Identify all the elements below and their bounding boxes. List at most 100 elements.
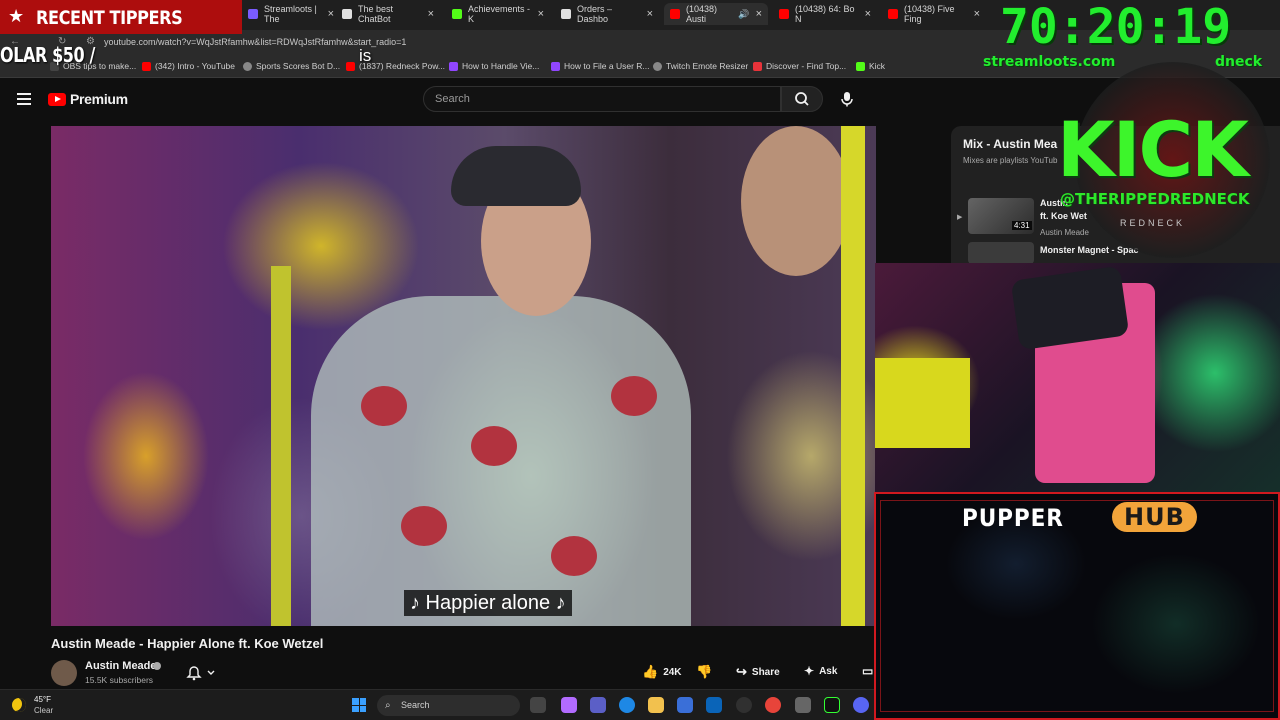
browser-tab[interactable]: Achievements - K × <box>446 3 550 25</box>
tab-label: Streamloots | The <box>264 4 317 24</box>
moon-icon[interactable] <box>12 698 26 712</box>
bookmark-favicon-icon <box>142 61 151 71</box>
browser-tab[interactable]: Streamloots | The × <box>242 3 340 25</box>
app-icon[interactable] <box>795 697 811 713</box>
close-icon[interactable]: × <box>428 8 434 20</box>
dislike-button[interactable]: 👎 <box>696 664 712 680</box>
save-button[interactable]: ▭ <box>862 664 873 678</box>
now-playing-icon: ▶ <box>957 214 963 221</box>
close-icon[interactable]: × <box>974 8 980 20</box>
tab-favicon-icon <box>888 9 898 19</box>
windows-start-icon[interactable] <box>352 698 366 712</box>
tab-label: (10438) 64: Bo N <box>795 4 855 24</box>
browser-tab[interactable]: (10438) 64: Bo N × <box>773 3 877 25</box>
browser-tab[interactable]: Orders – Dashbo × <box>555 3 659 25</box>
video-scene <box>361 386 407 426</box>
mix-subtitle: Mixes are playlists YouTub <box>963 156 1058 165</box>
menu-icon[interactable] <box>17 93 31 105</box>
bookmark-favicon-icon <box>346 61 355 71</box>
video-scene <box>471 426 517 466</box>
overlay-stray-text: is <box>359 46 372 65</box>
verified-icon <box>153 662 161 670</box>
thumbs-up-icon: 👍 <box>642 664 659 679</box>
teams-icon[interactable] <box>590 697 606 713</box>
mix-title: Mix - Austin Mea <box>963 137 1058 151</box>
ask-button[interactable]: ✦ Ask <box>804 664 837 678</box>
bookmark-item[interactable]: How to Handle Vie... <box>449 61 539 71</box>
video-caption: ♪ Happier alone ♪ <box>404 590 572 616</box>
browser-tab[interactable]: The best ChatBot × <box>336 3 440 25</box>
streamloots-url: streamloots.com <box>983 54 1116 70</box>
bookmark-label: Discover - Find Top... <box>766 61 847 71</box>
bookmark-favicon-icon <box>856 61 865 71</box>
app-icon[interactable] <box>824 697 840 713</box>
bookmark-favicon-icon <box>551 61 560 71</box>
tab-favicon-icon <box>670 9 680 19</box>
bookmark-item[interactable]: How to File a User R... <box>551 61 650 71</box>
playlist-item-thumbnail[interactable] <box>968 242 1034 264</box>
streamloots-url-suffix: dneck <box>1215 54 1263 70</box>
task-view-icon[interactable] <box>530 697 546 713</box>
tab-favicon-icon <box>779 9 789 19</box>
search-input[interactable]: Search <box>423 86 781 112</box>
playlist-item-title[interactable]: ft. Koe Wet <box>1040 211 1087 221</box>
bookmark-item[interactable]: Twitch Emote Resizer <box>653 61 748 71</box>
taskbar-search-label: Search <box>401 700 430 710</box>
kick-logo-text: KICK <box>1057 105 1249 194</box>
hub-label: HUB <box>1112 502 1197 532</box>
close-icon[interactable]: × <box>538 8 544 20</box>
playlist-item-channel: Austin Meade <box>1040 228 1089 237</box>
bookmark-label: How to File a User R... <box>564 61 650 71</box>
webcam-feed <box>875 263 1280 492</box>
share-label: Share <box>751 666 780 678</box>
share-button[interactable]: ↪ Share <box>736 664 780 680</box>
taskbar-search[interactable]: ⌕ Search <box>377 695 520 716</box>
channel-avatar[interactable] <box>51 660 77 686</box>
discord-icon[interactable] <box>853 697 869 713</box>
weather-temperature[interactable]: 45°F <box>34 695 51 704</box>
like-button[interactable]: 👍 24K <box>642 664 682 680</box>
youtube-play-icon <box>48 92 66 106</box>
bookmark-label: (342) Intro - YouTube <box>155 61 236 71</box>
video-scene <box>271 266 291 626</box>
webcam-scene <box>875 358 970 448</box>
weather-description: Clear <box>34 706 54 715</box>
bookmark-item[interactable]: Kick <box>856 61 885 71</box>
store-icon[interactable] <box>677 697 693 713</box>
bookmark-item[interactable]: Discover - Find Top... <box>753 61 846 71</box>
windows-taskbar: 45°F Clear ⌕ Search <box>0 689 874 720</box>
close-icon[interactable]: × <box>756 8 762 20</box>
chrome-icon[interactable] <box>765 697 781 713</box>
bookmark-item[interactable]: (342) Intro - YouTube <box>142 61 235 71</box>
search-button[interactable] <box>781 86 823 112</box>
channel-name[interactable]: Austin Meade <box>85 660 157 672</box>
browser-tab[interactable]: (10438) Five Fing × <box>882 3 986 25</box>
sparkle-icon: ✦ <box>804 664 815 678</box>
bookmark-label: How to Handle Vie... <box>462 61 540 71</box>
speaker-icon[interactable]: 🔊 <box>738 9 749 20</box>
video-scene <box>451 146 581 206</box>
close-icon[interactable]: × <box>647 8 653 20</box>
video-title: Austin Meade - Happier Alone ft. Koe Wet… <box>51 636 324 651</box>
bookmark-item[interactable]: Sports Scores Bot D... <box>243 61 340 71</box>
countdown-timer: 70:20:19 <box>1000 0 1232 55</box>
video-scene <box>841 126 865 626</box>
file-explorer-icon[interactable] <box>648 697 664 713</box>
youtube-logo[interactable]: Premium <box>48 91 128 107</box>
tab-favicon-icon <box>561 9 571 19</box>
microphone-icon[interactable] <box>838 90 856 108</box>
obs-icon[interactable] <box>736 697 752 713</box>
outlook-icon[interactable] <box>706 697 722 713</box>
notification-bell-button[interactable] <box>185 665 217 681</box>
video-scene <box>551 536 597 576</box>
badge-banner-text: REDNECK <box>1120 218 1186 228</box>
bookmark-label: Twitch Emote Resizer <box>666 61 749 71</box>
close-icon[interactable]: × <box>328 8 334 20</box>
browser-tab-active[interactable]: (10438) Austi 🔊 × <box>664 3 768 25</box>
playlist-item-title[interactable]: Monster Magnet - Spac <box>1040 245 1139 255</box>
subscriber-count: 15.5K subscribers <box>85 675 154 685</box>
close-icon[interactable]: × <box>865 8 871 20</box>
copilot-icon[interactable] <box>561 697 577 713</box>
edge-icon[interactable] <box>619 697 635 713</box>
video-player[interactable] <box>51 126 876 626</box>
